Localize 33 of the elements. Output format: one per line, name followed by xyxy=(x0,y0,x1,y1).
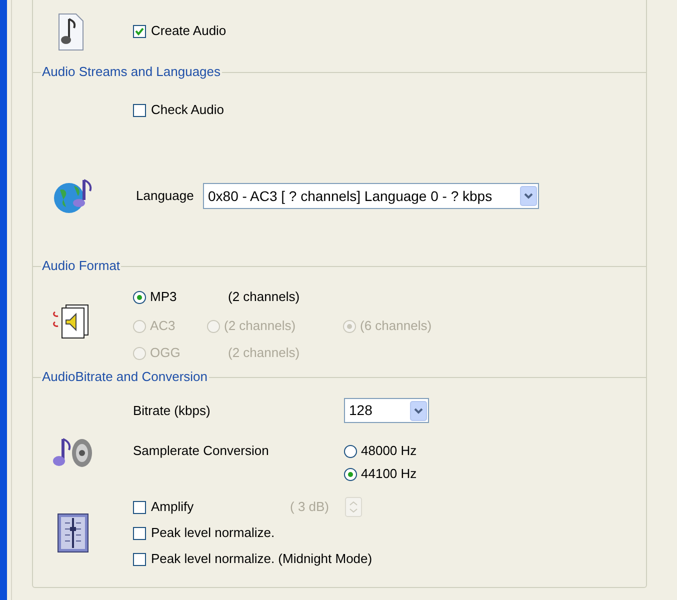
radio-button[interactable] xyxy=(344,468,357,480)
checkbox[interactable] xyxy=(133,104,146,116)
bitrate-label: Bitrate (kbps) xyxy=(133,402,212,420)
language-label: Language xyxy=(136,187,195,206)
radio-button[interactable] xyxy=(133,290,146,304)
option-label: Amplify xyxy=(151,498,194,516)
option-label: Peak level normalize. xyxy=(151,524,275,542)
check-audio-label: Check Audio xyxy=(151,101,224,120)
channels-label: (2 channels) xyxy=(224,317,296,336)
format-label: AC3 xyxy=(150,317,176,336)
language-dropdown[interactable]: 0x80 - AC3 [ ? channels] Language 0 - ? kbps xyxy=(203,183,539,209)
create-audio-label: Create Audio xyxy=(151,22,226,40)
option-label: Peak level normalize. (Midnight Mode) xyxy=(151,550,372,568)
music-note-document-icon xyxy=(58,13,84,51)
channels-label: (2 channels) xyxy=(228,344,300,362)
checkbox[interactable] xyxy=(133,24,146,38)
group-title: AudioBitrate and Conversion xyxy=(41,368,208,386)
checkbox[interactable] xyxy=(133,552,146,566)
format-label: MP3 xyxy=(150,288,177,306)
checkbox[interactable] xyxy=(133,500,146,514)
checkbox[interactable] xyxy=(133,526,146,540)
format-label: OGG xyxy=(150,344,180,362)
group-title: Audio Format xyxy=(41,257,122,276)
radio-button[interactable] xyxy=(344,444,357,458)
channels-label: (6 channels) xyxy=(360,317,432,336)
amplify-value: ( 3 dB) xyxy=(290,498,330,516)
samplerate-conversion-label: Samplerate Conversion xyxy=(133,443,270,459)
bitrate-dropdown[interactable]: 128 xyxy=(344,398,429,423)
group-title: Audio Streams and Languages xyxy=(41,63,222,82)
channels-label: (2 channels) xyxy=(228,288,300,306)
samplerate-label: 44100 Hz xyxy=(361,465,417,484)
samplerate-label: 48000 Hz xyxy=(361,442,417,460)
equalizer-icon xyxy=(57,513,89,553)
